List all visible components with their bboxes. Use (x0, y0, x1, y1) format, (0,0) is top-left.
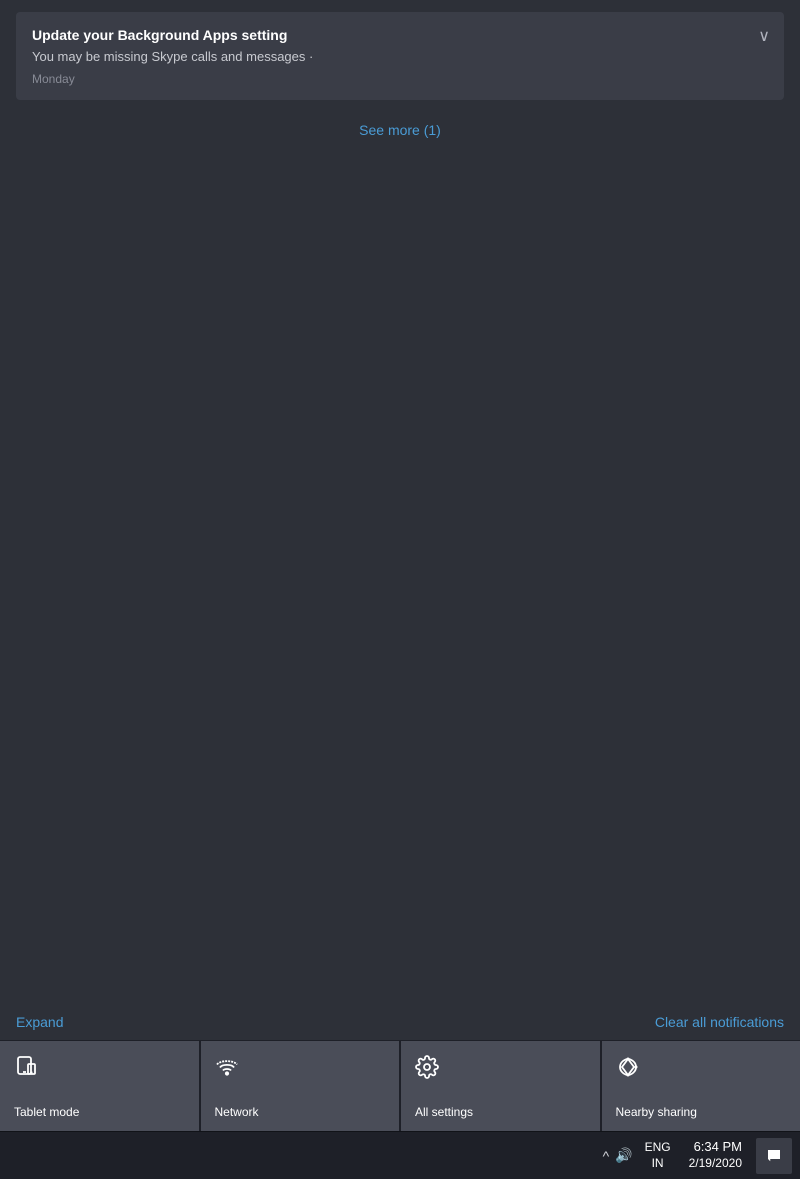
nearby-sharing-icon (616, 1055, 791, 1083)
settings-icon (415, 1055, 590, 1083)
clock-date: 2/19/2020 (689, 1156, 742, 1172)
chevron-icon[interactable]: ^ (603, 1148, 610, 1164)
speech-bubble-icon (765, 1147, 783, 1165)
volume-icon[interactable]: 🔊 (615, 1147, 632, 1164)
notification-time: Monday (32, 72, 768, 86)
tile-all-settings[interactable]: All settings (401, 1041, 600, 1131)
chevron-down-icon[interactable]: ∨ (758, 26, 770, 46)
tile-network[interactable]: Network (201, 1041, 400, 1131)
network-icon (215, 1055, 390, 1083)
notification-card[interactable]: Update your Background Apps setting You … (16, 12, 784, 100)
notification-center-button[interactable] (756, 1138, 792, 1174)
tile-network-label: Network (215, 1105, 390, 1119)
see-more-link[interactable]: See more (1) (16, 108, 784, 152)
system-tray: ^ 🔊 (603, 1147, 633, 1164)
lang-line2: IN (652, 1156, 664, 1172)
tile-tablet-mode-label: Tablet mode (14, 1105, 189, 1119)
notifications-area: Update your Background Apps setting You … (0, 0, 800, 1004)
action-bar: Expand Clear all notifications (0, 1004, 800, 1040)
clock[interactable]: 6:34 PM 2/19/2020 (683, 1137, 748, 1173)
quick-actions-grid: Tablet mode Network All se (0, 1040, 800, 1131)
clock-time: 6:34 PM (694, 1139, 742, 1156)
notification-title: Update your Background Apps setting (32, 26, 768, 44)
lang-line1: ENG (645, 1140, 671, 1156)
expand-button[interactable]: Expand (16, 1014, 63, 1030)
tile-nearby-sharing[interactable]: Nearby sharing (602, 1041, 800, 1131)
language-selector[interactable]: ENG IN (641, 1138, 675, 1173)
tile-tablet-mode[interactable]: Tablet mode (0, 1041, 199, 1131)
action-center: Update your Background Apps setting You … (0, 0, 800, 1179)
clear-all-button[interactable]: Clear all notifications (655, 1014, 784, 1030)
tile-nearby-sharing-label: Nearby sharing (616, 1105, 791, 1119)
taskbar: ^ 🔊 ENG IN 6:34 PM 2/19/2020 (0, 1131, 800, 1179)
notification-body: You may be missing Skype calls and messa… (32, 48, 768, 66)
empty-space (16, 152, 784, 1004)
tablet-mode-icon (14, 1055, 189, 1083)
tile-all-settings-label: All settings (415, 1105, 590, 1119)
